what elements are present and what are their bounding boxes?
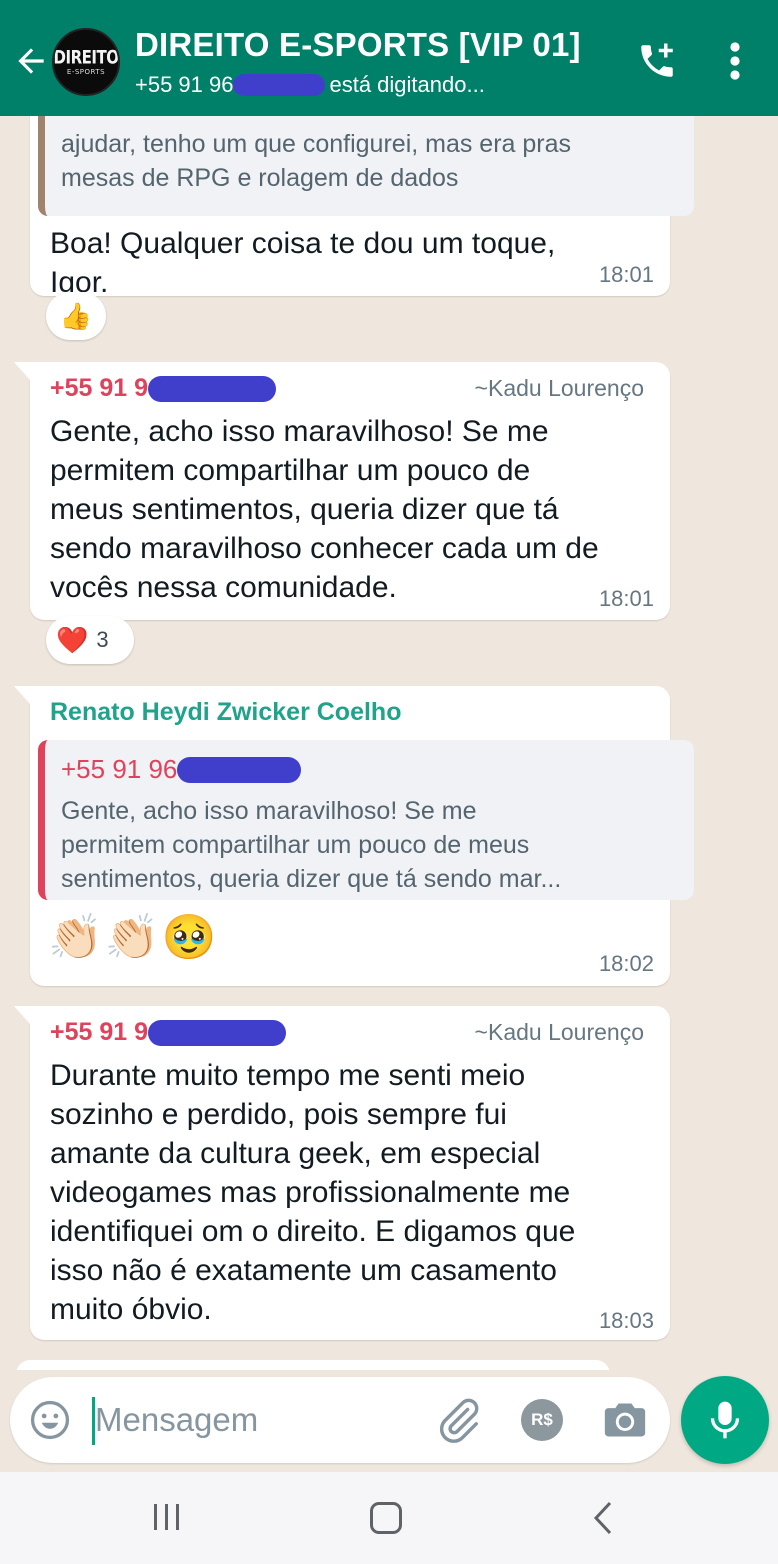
group-avatar[interactable]: DIREITO E-SPORTS bbox=[52, 28, 120, 96]
recent-apps-icon[interactable] bbox=[150, 1502, 184, 1532]
chat-header: DIREITO E-SPORTS DIREITO E-SPORTS [VIP 0… bbox=[0, 0, 778, 116]
sender-number: +55 91 9 bbox=[50, 1018, 149, 1046]
message-text-line: identifiquei om o direito. E digamos que bbox=[50, 1215, 576, 1248]
reaction-count: 3 bbox=[96, 627, 109, 652]
mic-button[interactable] bbox=[681, 1376, 769, 1464]
message-text-line: Durante muito tempo me senti meio bbox=[50, 1059, 526, 1092]
message-time: 18:01 bbox=[598, 262, 654, 287]
message-sender[interactable]: Renato Heydi Zwicker Coelho bbox=[50, 698, 401, 727]
quote-text-line: Gente, acho isso maravilhoso! Se me bbox=[61, 797, 477, 825]
home-icon[interactable] bbox=[370, 1502, 402, 1534]
message-text-line: permitem compartilhar um pouco de bbox=[50, 454, 531, 487]
emoji-message: 👏🏻 👏🏻 🥹 bbox=[48, 912, 216, 964]
add-call-icon[interactable] bbox=[636, 40, 678, 82]
message-bubble[interactable]: +55 91 9 ~Kadu Lourenço Durante muito te… bbox=[14, 1006, 670, 1340]
message-text-line: sendo maravilhoso conhecer cada um de bbox=[50, 532, 599, 565]
back-nav-icon[interactable] bbox=[590, 1500, 618, 1536]
sender-number: +55 91 9 bbox=[50, 374, 149, 402]
quote-text-line: permitem compartilhar um pouco de meus bbox=[61, 831, 530, 859]
message-time: 18:02 bbox=[598, 951, 654, 976]
more-vertical-icon[interactable] bbox=[720, 40, 750, 82]
paperclip-icon[interactable] bbox=[436, 1397, 482, 1443]
typing-number: +55 91 96 bbox=[135, 72, 234, 97]
redaction-mark bbox=[233, 74, 326, 96]
quote-text-line: sentimentos, queria dizer que tá sendo m… bbox=[61, 865, 562, 893]
typing-status: está digitando... bbox=[329, 72, 485, 97]
avatar-logo-subtext: E-SPORTS bbox=[66, 67, 106, 76]
heart-emoji: ❤️ bbox=[56, 624, 89, 655]
redaction-mark bbox=[177, 756, 302, 783]
payment-icon[interactable]: R$ bbox=[521, 1399, 563, 1441]
thumbs-up-emoji: 👍 bbox=[59, 300, 93, 331]
teary-face-emoji: 🥹 bbox=[161, 913, 217, 962]
quote-text-line: mesas de RPG e rolagem de dados bbox=[61, 164, 459, 192]
message-text-line: vocês nessa comunidade. bbox=[50, 571, 397, 604]
message-text-line: Boa! Qualquer coisa te dou um toque, bbox=[50, 227, 556, 260]
message-text-line: videogames mas profissionalmente me bbox=[50, 1176, 571, 1209]
message-text-line: meus sentimentos, queria dizer que tá bbox=[50, 493, 559, 526]
redaction-mark bbox=[148, 375, 277, 402]
message-bubble[interactable]: +55 91 9 ~Kadu Lourenço Gente, acho isso… bbox=[14, 362, 670, 620]
chat-title[interactable]: DIREITO E-SPORTS [VIP 01] bbox=[135, 26, 581, 64]
sender-alias: ~Kadu Lourenço bbox=[474, 1019, 644, 1045]
chat-subtitle: +55 91 96 está digitando... bbox=[135, 72, 485, 98]
message-text-line: amante da cultura geek, em especial bbox=[50, 1137, 541, 1170]
quote-sender: +55 91 96 bbox=[61, 754, 302, 785]
sender-alias: ~Kadu Lourenço bbox=[474, 375, 644, 401]
message-bubble-partial[interactable] bbox=[16, 1360, 610, 1370]
reaction-badge[interactable]: ❤️ 3 bbox=[46, 616, 134, 664]
redaction-mark bbox=[148, 1019, 287, 1046]
quoted-message[interactable]: ajudar, tenho um que configurei, mas era… bbox=[38, 116, 694, 216]
message-bubble[interactable]: Renato Heydi Zwicker Coelho +55 91 96 Ge… bbox=[14, 686, 694, 986]
reaction-badge[interactable]: 👍 bbox=[46, 292, 106, 340]
quote-text-line: ajudar, tenho um que configurei, mas era… bbox=[61, 130, 572, 158]
quote-sender-number: +55 91 96 bbox=[61, 754, 178, 784]
arrow-left-icon[interactable] bbox=[12, 42, 50, 80]
clapping-hands-emoji: 👏🏻 bbox=[48, 913, 103, 962]
quoted-message[interactable]: +55 91 96 Gente, acho isso maravilhoso! … bbox=[38, 740, 694, 900]
emoji-icon[interactable] bbox=[28, 1398, 72, 1442]
camera-icon[interactable] bbox=[603, 1399, 647, 1441]
message-composer: Mensagem R$ bbox=[10, 1377, 670, 1463]
clapping-hands-emoji: 👏🏻 bbox=[104, 913, 160, 962]
message-time: 18:01 bbox=[598, 586, 654, 611]
message-input[interactable]: Mensagem bbox=[95, 1401, 258, 1439]
message-text-line: isso não é exatamente um casamento bbox=[50, 1254, 557, 1287]
message-text-line: Gente, acho isso maravilhoso! Se me bbox=[50, 415, 549, 448]
message-sender[interactable]: +55 91 9 bbox=[50, 1018, 287, 1047]
mic-icon bbox=[710, 1401, 740, 1439]
message-text-line: sozinho e perdido, pois sempre fui bbox=[50, 1098, 507, 1131]
avatar-logo-text: DIREITO bbox=[53, 45, 119, 68]
system-nav-bar bbox=[0, 1472, 778, 1564]
message-bubble[interactable]: ajudar, tenho um que configurei, mas era… bbox=[30, 116, 694, 299]
message-list[interactable]: ajudar, tenho um que configurei, mas era… bbox=[0, 116, 778, 1370]
message-time: 18:03 bbox=[598, 1308, 654, 1333]
message-sender[interactable]: +55 91 9 bbox=[50, 374, 277, 403]
message-text-line: muito óbvio. bbox=[50, 1293, 212, 1326]
